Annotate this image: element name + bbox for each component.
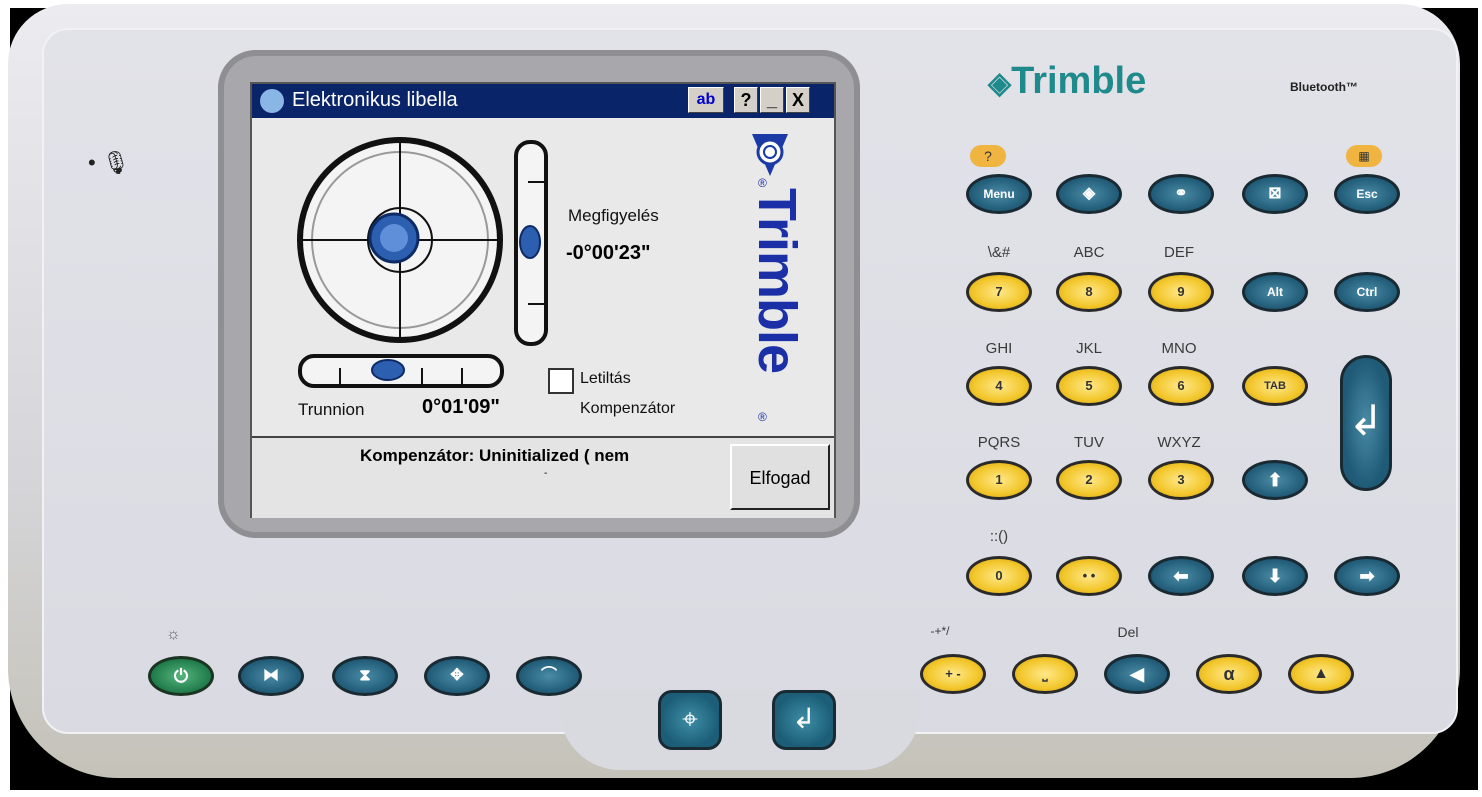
help-indicator-icon: ?: [970, 145, 1006, 167]
disable-compensator-checkbox[interactable]: [548, 368, 574, 394]
tab-key[interactable]: TAB: [1242, 366, 1308, 406]
key-4[interactable]: 4: [966, 366, 1032, 406]
plus-minus-key[interactable]: + -: [920, 654, 986, 694]
key-3-letters: WXYZ: [1157, 434, 1201, 451]
vertical-angle-key[interactable]: ⧗: [332, 656, 398, 696]
arrow-up-key[interactable]: ⬆: [1242, 460, 1308, 500]
trimble-vertical-text: Trimble: [747, 188, 807, 374]
minimize-button[interactable]: _: [760, 87, 784, 113]
app-icon: [260, 89, 284, 113]
registered-mark-top: ®: [758, 176, 767, 190]
close-button[interactable]: X: [786, 87, 810, 113]
alpha-key[interactable]: α: [1196, 654, 1262, 694]
horizontal-angle-key[interactable]: ⧓: [238, 656, 304, 696]
key-0[interactable]: 0: [966, 556, 1032, 596]
enter-key-large[interactable]: ↲: [1340, 355, 1392, 491]
level-content: Megfigyelés -0°00'23" Trunnion 0°01'09" …: [252, 118, 834, 436]
key-4-letters: GHI: [985, 340, 1013, 357]
device-bottom-tab: [560, 690, 920, 770]
key-8[interactable]: 8: [1056, 272, 1122, 312]
key-0-symbols: ::(): [989, 528, 1009, 545]
plusminus-symbols-label: -+*/: [930, 624, 950, 638]
key-1[interactable]: 1: [966, 460, 1032, 500]
enter-key-bottom[interactable]: ↲: [772, 690, 836, 750]
status-area: Kompenzátor: Uninitialized ( nem - Elfog…: [252, 436, 834, 518]
face-change-key[interactable]: ⌒: [516, 656, 582, 696]
key-3[interactable]: 3: [1148, 460, 1214, 500]
circular-level: [297, 137, 503, 343]
trunnion-value: 0°01'09": [422, 396, 500, 418]
trimble-brand-text: Trimble: [1011, 60, 1147, 102]
key-6-letters: MNO: [1161, 340, 1197, 357]
esc-key[interactable]: Esc: [1334, 174, 1400, 214]
ctrl-key[interactable]: Ctrl: [1334, 272, 1400, 312]
key-2-letters: TUV: [1074, 434, 1104, 451]
window-titlebar: Elektronikus libella ab ? _ X: [252, 84, 834, 118]
cross-arrows-key[interactable]: ✥: [424, 656, 490, 696]
observation-label: Megfigyelés: [568, 206, 659, 225]
key-9-letters: DEF: [1164, 244, 1194, 261]
arrow-right-key[interactable]: ➡: [1334, 556, 1400, 596]
key-5-letters: JKL: [1076, 340, 1102, 357]
disable-checkbox-label: Letiltás: [580, 370, 631, 387]
window-title: Elektronikus libella: [292, 89, 458, 111]
trimble-vertical-logo: Trimble: [744, 188, 807, 428]
trimble-brand-logo: ◈Trimble: [988, 60, 1146, 103]
trimble-globe-icon: [752, 134, 788, 176]
compensator-status-text: Kompenzátor: Uninitialized ( nem: [360, 446, 630, 465]
key-7-letters: \&#: [987, 244, 1011, 261]
compensator-checkbox-label: Kompenzátor: [580, 400, 676, 417]
key-1-letters: PQRS: [977, 434, 1021, 451]
target-key[interactable]: ⌖: [658, 690, 722, 750]
alt-key[interactable]: Alt: [1242, 272, 1308, 312]
key-6[interactable]: 6: [1148, 366, 1214, 406]
accept-button[interactable]: Elfogad: [730, 444, 830, 510]
enter-arrow-icon: ↲: [1348, 397, 1384, 444]
window-switch-key[interactable]: ⊠: [1242, 174, 1308, 214]
registered-mark-bottom: ®: [758, 410, 767, 424]
input-indicator-button[interactable]: ab: [688, 87, 724, 113]
menu-key[interactable]: Menu: [966, 174, 1032, 214]
bluetooth-logo: Bluetooth™: [1290, 80, 1358, 94]
compensator-status-cont: -: [544, 468, 548, 479]
help-key-label: ?: [984, 148, 992, 164]
key-7[interactable]: 7: [966, 272, 1032, 312]
key-2[interactable]: 2: [1056, 460, 1122, 500]
light-indicator-icon: ☼: [166, 626, 181, 643]
shift-key[interactable]: ▲: [1288, 654, 1354, 694]
horizontal-level: [298, 354, 504, 388]
key-5[interactable]: 5: [1056, 366, 1122, 406]
microphone-icon: • 🎙: [88, 150, 130, 175]
trimble-globe-icon: ◈: [988, 67, 1012, 100]
arrow-down-key[interactable]: ⬇: [1242, 556, 1308, 596]
trimble-key[interactable]: ◈: [1056, 174, 1122, 214]
keyboard-indicator-icon: ▦: [1346, 145, 1382, 167]
screen: Elektronikus libella ab ? _ X Megfigyelé…: [250, 82, 836, 518]
key-9[interactable]: 9: [1148, 272, 1214, 312]
dots-key[interactable]: • •: [1056, 556, 1122, 596]
vertical-level: [514, 140, 548, 346]
backspace-key[interactable]: ◀: [1104, 654, 1170, 694]
del-label: Del: [1117, 624, 1139, 640]
power-key[interactable]: ⏻: [148, 656, 214, 696]
space-key[interactable]: ⎵: [1012, 654, 1078, 694]
arrow-left-key[interactable]: ⬅: [1148, 556, 1214, 596]
key-8-letters: ABC: [1073, 244, 1105, 261]
binoculars-key[interactable]: ⚭: [1148, 174, 1214, 214]
help-button[interactable]: ?: [734, 87, 758, 113]
trunnion-label: Trunnion: [298, 400, 365, 419]
observation-value: -0°00'23": [566, 242, 651, 264]
